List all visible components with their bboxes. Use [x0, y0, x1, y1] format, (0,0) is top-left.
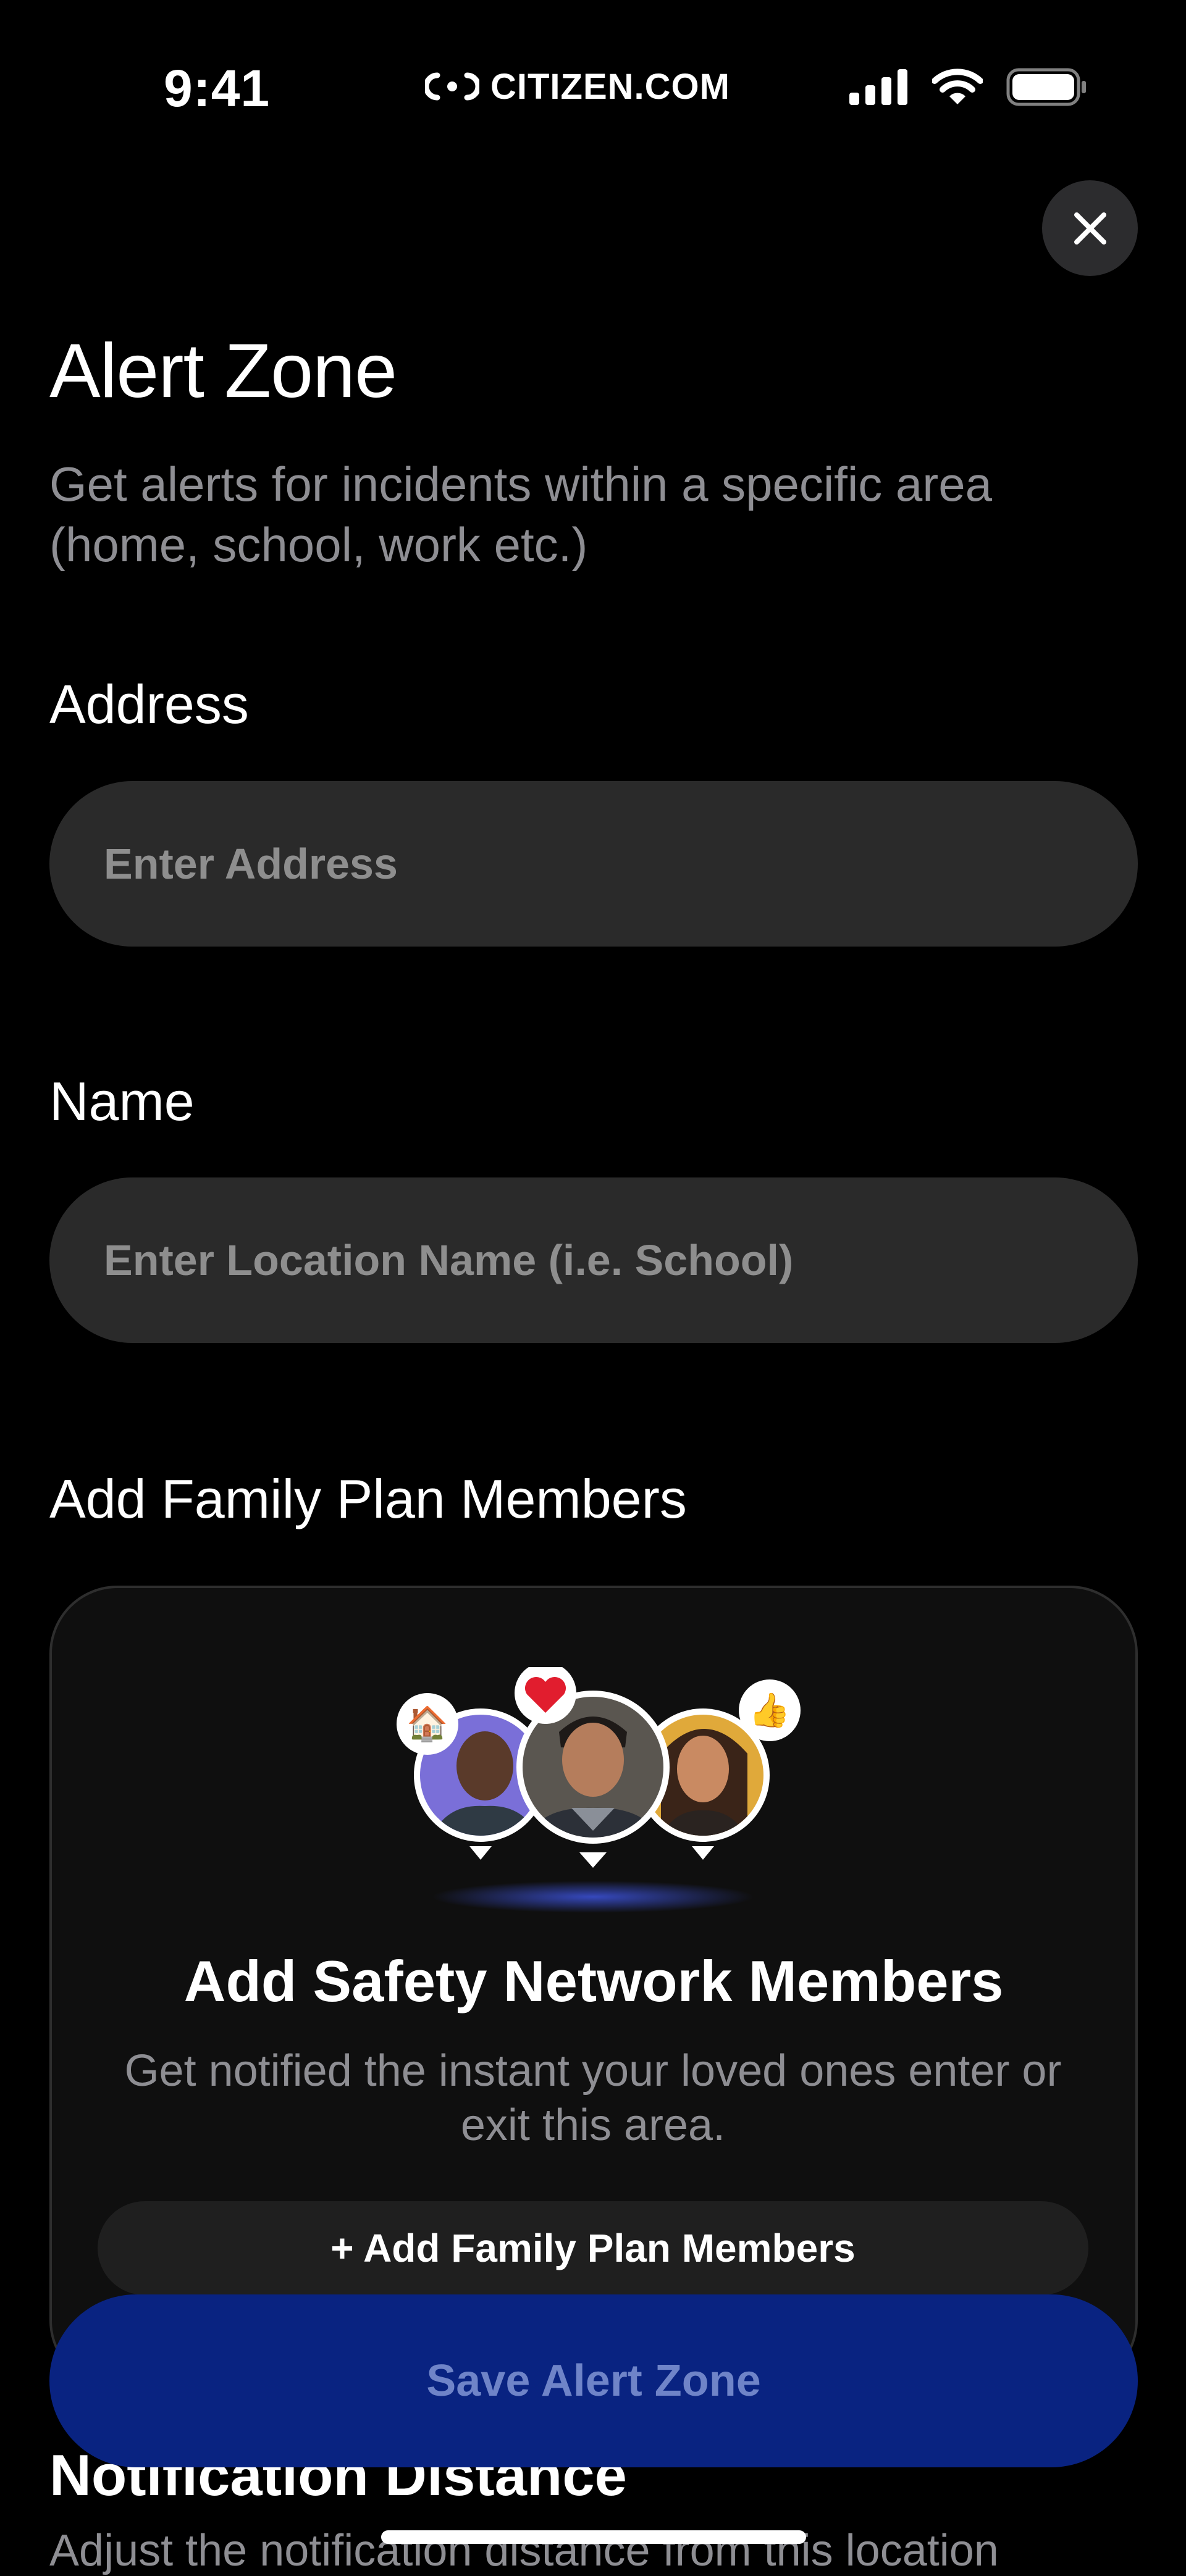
address-label: Address	[49, 674, 249, 735]
status-time: 9:41	[164, 59, 271, 117]
close-button[interactable]	[1042, 180, 1138, 276]
location-name-input[interactable]	[49, 1177, 1138, 1343]
page-subtitle: Get alerts for incidents within a specif…	[49, 457, 993, 572]
card-title: Add Safety Network Members	[183, 1949, 1004, 2014]
house-badge-icon: 🏠	[397, 1693, 458, 1755]
signal-icon	[849, 69, 907, 105]
battery-icon	[1006, 68, 1086, 106]
svg-text:🏠: 🏠	[406, 1704, 448, 1743]
citizen-logo-icon	[425, 72, 479, 101]
close-icon	[1074, 212, 1106, 245]
save-alert-zone-button[interactable]: Save Alert Zone	[49, 2294, 1138, 2467]
name-label: Name	[49, 1071, 195, 1132]
status-brand: CITIZEN.COM	[425, 65, 730, 108]
home-indicator	[381, 2530, 806, 2544]
brand-text: CITIZEN.COM	[490, 66, 730, 107]
wifi-icon	[932, 69, 983, 104]
safety-network-illustration: 🏠 👍	[397, 1667, 801, 1913]
svg-text:👍: 👍	[749, 1691, 790, 1729]
thumbs-up-badge-icon: 👍	[739, 1679, 801, 1741]
page-title: Alert Zone	[49, 328, 397, 414]
status-icons	[849, 67, 1088, 107]
add-family-members-button[interactable]: + Add Family Plan Members	[98, 2201, 1088, 2295]
address-input[interactable]	[49, 781, 1138, 947]
card-description: Get notified the instant your loved ones…	[124, 2046, 1062, 2150]
family-plan-label: Add Family Plan Members	[49, 1468, 687, 1529]
